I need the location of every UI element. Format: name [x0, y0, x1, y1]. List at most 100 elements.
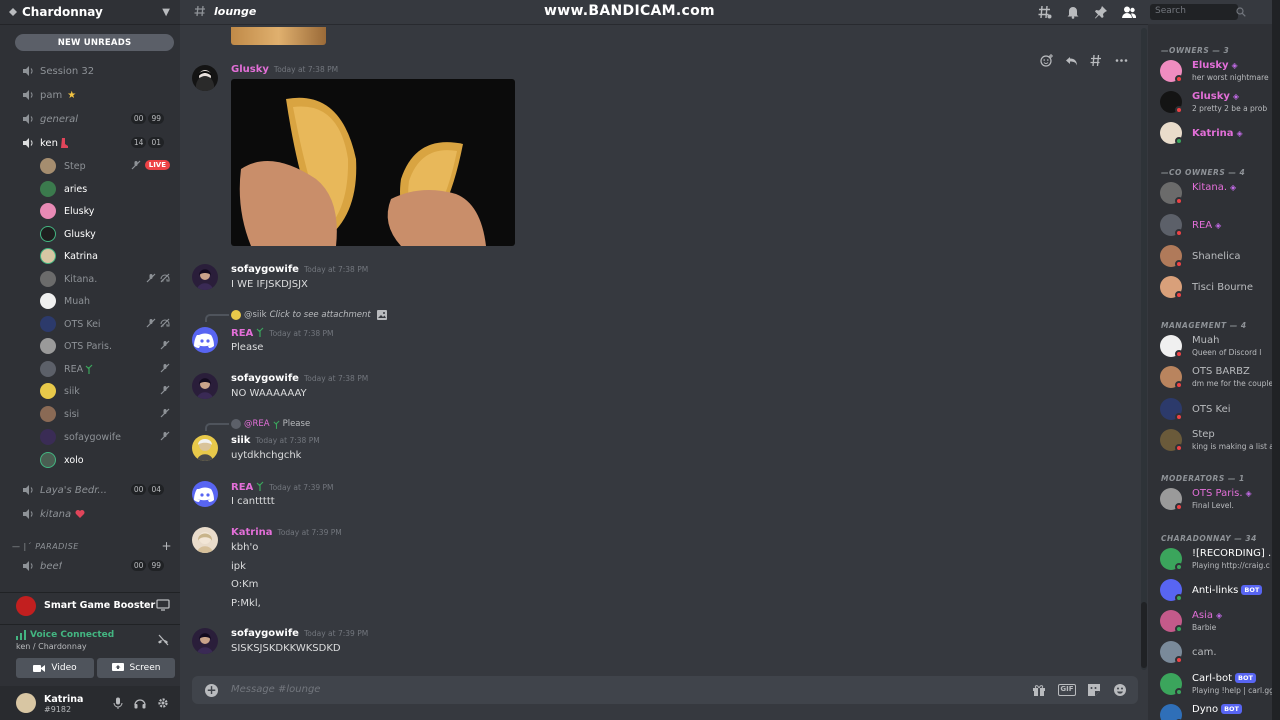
voice-channel-beef[interactable]: beef 00 99 [22, 556, 172, 576]
message-author[interactable]: sofaygowife Today at 7:38 PM [231, 373, 368, 384]
author-name[interactable]: REA [231, 328, 253, 339]
author-name[interactable]: Glusky [231, 64, 269, 75]
member-item[interactable]: Carl-bot BOT Playing !help | carl.gg [1160, 670, 1280, 700]
add-channel-icon[interactable]: + [161, 539, 172, 553]
member-item[interactable]: OTS Kei [1160, 395, 1280, 425]
reply-icon[interactable] [1065, 54, 1078, 67]
message-author[interactable]: siik Today at 7:38 PM [231, 435, 320, 446]
voice-user[interactable]: xolo [40, 449, 174, 471]
member-item[interactable]: OTS BARBZ dm me for the couples [1160, 363, 1280, 393]
voice-user[interactable]: aries [40, 178, 174, 200]
member-item[interactable]: Step king is making a list an [1160, 426, 1280, 456]
reply-reference[interactable]: @siik Click to see attachment [231, 310, 387, 320]
pin-icon[interactable] [1094, 5, 1108, 19]
voice-status[interactable]: Voice Connected [16, 630, 114, 640]
member-item[interactable]: REA ◈ [1160, 211, 1280, 241]
member-item[interactable]: Tisci Bourne [1160, 273, 1280, 303]
message-author[interactable]: Katrina Today at 7:39 PM [231, 527, 342, 538]
member-item[interactable]: Muah Queen of Discord l [1160, 332, 1280, 362]
gif-attachment[interactable] [231, 79, 515, 246]
disconnect-icon[interactable] [156, 633, 170, 647]
message-input[interactable]: Message #lounge [231, 684, 320, 695]
voice-channel-layas[interactable]: Laya's Bedr... 00 04 [22, 480, 172, 500]
message-author[interactable]: Glusky Today at 7:38 PM [231, 64, 338, 75]
voice-user[interactable]: Step LIVE [40, 155, 174, 177]
server-header[interactable]: Chardonnay ▼ [0, 0, 180, 24]
upload-plus-icon[interactable]: + [205, 684, 218, 697]
member-item[interactable]: Kitana. ◈ [1160, 179, 1280, 209]
voice-channel-ken[interactable]: ken 14 01 [22, 133, 172, 153]
avatar[interactable] [192, 628, 218, 654]
member-item[interactable]: Shanelica [1160, 242, 1280, 272]
avatar[interactable] [192, 264, 218, 290]
member-item[interactable]: Dyno BOT [1160, 701, 1280, 720]
voice-user[interactable]: siik [40, 380, 174, 402]
voice-channel-session32[interactable]: Session 32 [22, 61, 172, 81]
screen-share-button[interactable]: Screen [97, 658, 175, 678]
monitor-icon[interactable] [156, 599, 170, 611]
author-name[interactable]: sofaygowife [231, 628, 299, 639]
member-item[interactable]: ![RECORDING] .. Playing http://craig.c [1160, 545, 1280, 575]
headphones-icon[interactable] [134, 697, 146, 709]
avatar[interactable] [192, 527, 218, 553]
member-item[interactable]: Elusky ◈ her worst nightmare [1160, 57, 1280, 87]
voice-user[interactable]: Glusky [40, 223, 174, 245]
author-name[interactable]: sofaygowife [231, 373, 299, 384]
new-unreads-banner[interactable]: NEW UNREADS [15, 34, 174, 51]
gif-button[interactable]: GIF [1058, 684, 1076, 696]
author-name[interactable]: Katrina [231, 527, 273, 538]
voice-user[interactable]: Muah [40, 290, 174, 312]
member-item[interactable]: Katrina ◈ [1160, 119, 1280, 149]
voice-user[interactable]: OTS Kei [40, 313, 174, 335]
gear-icon[interactable] [157, 697, 169, 709]
game-booster-activity[interactable]: Smart Game Booster [0, 592, 180, 618]
scrollbar-thumb[interactable] [1141, 602, 1147, 668]
voice-channel-general[interactable]: general 00 99 [22, 109, 172, 129]
voice-user[interactable]: Kitana. [40, 268, 174, 290]
message-scrollbar[interactable] [1141, 28, 1147, 670]
message-author[interactable]: sofaygowife Today at 7:39 PM [231, 628, 368, 639]
chevron-down-icon[interactable]: ▼ [162, 7, 170, 18]
create-thread-icon[interactable] [1090, 54, 1103, 67]
search-input[interactable]: Search [1150, 4, 1238, 20]
microphone-icon[interactable] [112, 697, 124, 709]
author-name[interactable]: REA [231, 482, 253, 493]
message-author[interactable]: sofaygowife Today at 7:38 PM [231, 264, 368, 275]
author-name[interactable]: sofaygowife [231, 264, 299, 275]
avatar[interactable] [192, 481, 218, 507]
threads-icon[interactable] [1038, 5, 1052, 19]
avatar[interactable] [192, 327, 218, 353]
more-options-icon[interactable] [1115, 54, 1128, 67]
bell-icon[interactable] [1066, 5, 1080, 19]
voice-user[interactable]: OTS Paris. [40, 335, 174, 357]
video-button[interactable]: Video [16, 658, 94, 678]
avatar[interactable] [16, 693, 36, 713]
members-icon[interactable] [1122, 5, 1136, 19]
reply-author[interactable]: @REA [244, 419, 270, 429]
voice-channel-kitana[interactable]: kitana [22, 504, 172, 524]
emoji-icon[interactable] [1113, 683, 1127, 697]
member-item[interactable]: Anti-links BOT [1160, 576, 1280, 606]
member-item[interactable]: Asia ◈ Barbie [1160, 607, 1280, 637]
gift-icon[interactable] [1032, 683, 1046, 697]
voice-user[interactable]: sisi [40, 403, 174, 425]
voice-user[interactable]: Katrina [40, 245, 174, 267]
avatar[interactable] [192, 435, 218, 461]
category-paradise[interactable]: — |ˊ PARADISE + [12, 539, 172, 553]
voice-channel-pam[interactable]: pam ★ [22, 85, 172, 105]
add-reaction-icon[interactable] [1040, 54, 1053, 67]
voice-user[interactable]: REA [40, 358, 174, 380]
avatar[interactable] [192, 373, 218, 399]
reply-text[interactable]: Click to see attachment [270, 310, 371, 320]
message-author[interactable]: REA Today at 7:39 PM [231, 481, 334, 493]
author-name[interactable]: siik [231, 435, 250, 446]
voice-user[interactable]: Elusky [40, 200, 174, 222]
image-attachment[interactable] [231, 27, 326, 45]
member-item[interactable]: cam. [1160, 638, 1280, 668]
reply-text[interactable]: Please [283, 419, 311, 429]
reply-author[interactable]: @siik [244, 310, 267, 320]
member-item[interactable]: Glusky ◈ 2 pretty 2 be a prob [1160, 88, 1280, 118]
voice-user[interactable]: sofaygowife [40, 426, 174, 448]
message-author[interactable]: REA Today at 7:38 PM [231, 327, 334, 339]
reply-reference[interactable]: @REA Please [231, 419, 310, 429]
